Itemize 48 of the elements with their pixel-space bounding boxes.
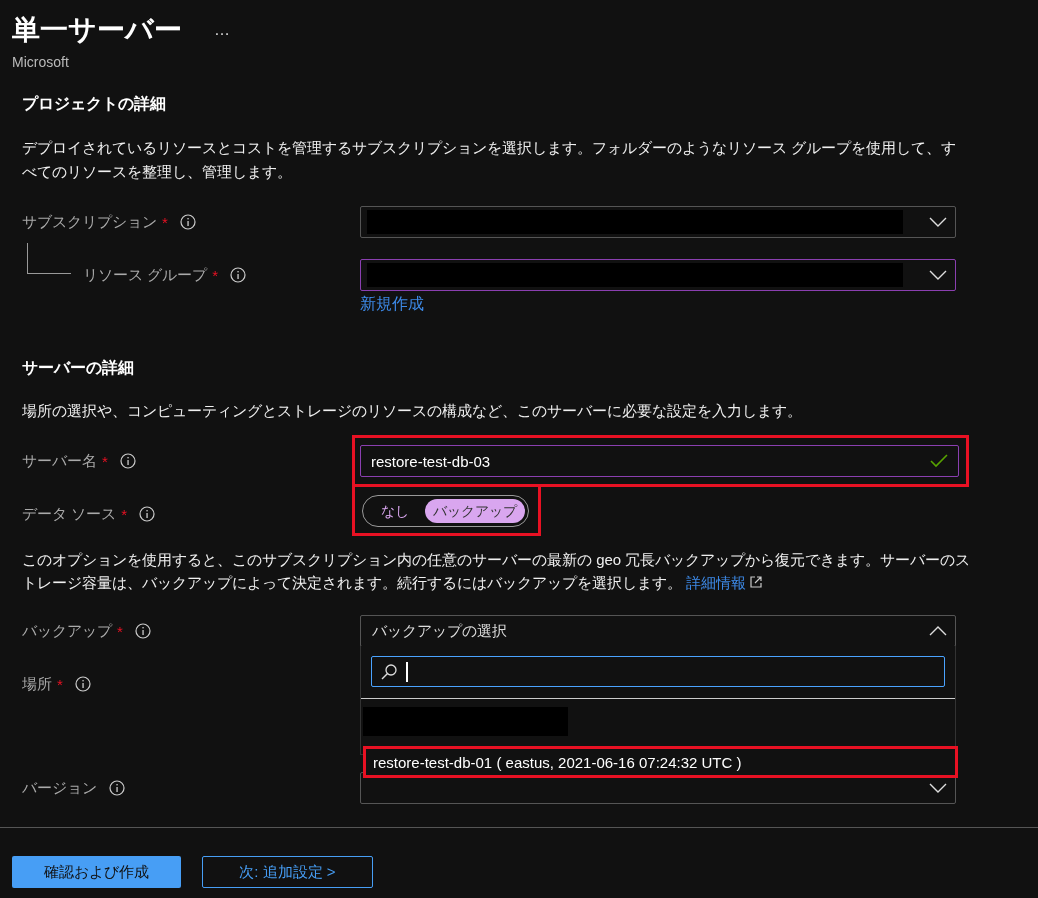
learn-more-link[interactable]: 詳細情報 bbox=[686, 574, 763, 591]
chevron-down-icon bbox=[929, 215, 947, 229]
more-button[interactable]: … bbox=[210, 21, 234, 39]
search-icon bbox=[380, 662, 398, 681]
field-label: サーバー名 bbox=[22, 451, 97, 471]
info-icon bbox=[74, 676, 91, 692]
field-label: サブスクリプション bbox=[22, 212, 157, 232]
info-icon bbox=[179, 214, 196, 230]
chevron-down-icon bbox=[929, 268, 947, 282]
section-heading: サーバーの詳細 bbox=[22, 358, 135, 378]
chevron-down-icon bbox=[929, 781, 947, 795]
section-heading: プロジェクトの詳細 bbox=[22, 94, 167, 114]
toggle-option[interactable]: バックアップ bbox=[425, 499, 525, 523]
tree-connector bbox=[27, 243, 71, 274]
dropdown[interactable] bbox=[360, 259, 956, 291]
required-mark: * bbox=[121, 505, 127, 523]
required-mark: * bbox=[102, 452, 108, 470]
required-mark: * bbox=[162, 213, 168, 231]
help-text: このオプションを使用すると、このサブスクリプション内の任意のサーバーの最新の geo 冗長バックアップから復元できます。サーバーのストレージ容量は、バックアップによって決定されます。続行するにはバックアップを選択します。 詳細情報 bbox=[22, 550, 972, 593]
search-field[interactable] bbox=[371, 656, 945, 687]
create-new-link[interactable]: 新規作成 bbox=[360, 294, 424, 314]
required-mark: * bbox=[212, 266, 218, 284]
text-cursor bbox=[406, 661, 408, 682]
info-icon bbox=[134, 623, 151, 639]
field-label: 場所 bbox=[22, 674, 52, 694]
info-icon bbox=[230, 267, 246, 283]
required-mark: * bbox=[117, 622, 123, 640]
publisher-name: Microsoft bbox=[12, 53, 70, 71]
dropdown[interactable] bbox=[360, 206, 956, 238]
next-button[interactable]: 次: 追加設定 > bbox=[202, 856, 373, 888]
page-title: 単一サーバー bbox=[12, 13, 182, 47]
dropdown[interactable] bbox=[360, 772, 956, 804]
field-label: バージョン bbox=[22, 778, 97, 798]
info-icon bbox=[119, 453, 136, 469]
section-description: 場所の選択や、コンピューティングとストレージのリソースの構成など、このサーバーに必要な設定を入力します。 bbox=[22, 401, 803, 421]
review-create-button[interactable]: 確認および作成 bbox=[12, 856, 181, 888]
field-label: データ ソース bbox=[22, 504, 117, 524]
field-label: バックアップ bbox=[22, 621, 112, 641]
field-label: リソース グループ bbox=[83, 265, 208, 285]
toggle-option[interactable]: なし bbox=[373, 499, 417, 523]
info-icon bbox=[139, 506, 155, 522]
server-name-input[interactable]: restore-test-db-03 bbox=[360, 445, 959, 477]
external-link-icon bbox=[750, 576, 763, 588]
chevron-up-icon bbox=[929, 624, 947, 638]
section-description: デプロイされているリソースとコストを管理するサブスクリプションを選択します。フォルダーのようなリソース グループを使用して、すべてのリソースを整理し、管理します。 bbox=[22, 138, 958, 182]
dropdown-option[interactable]: restore-test-db-01 ( eastus, 2021-06-16 07:24:32 UTC ) bbox=[373, 753, 742, 771]
info-icon bbox=[109, 780, 125, 796]
required-mark: * bbox=[57, 675, 63, 693]
